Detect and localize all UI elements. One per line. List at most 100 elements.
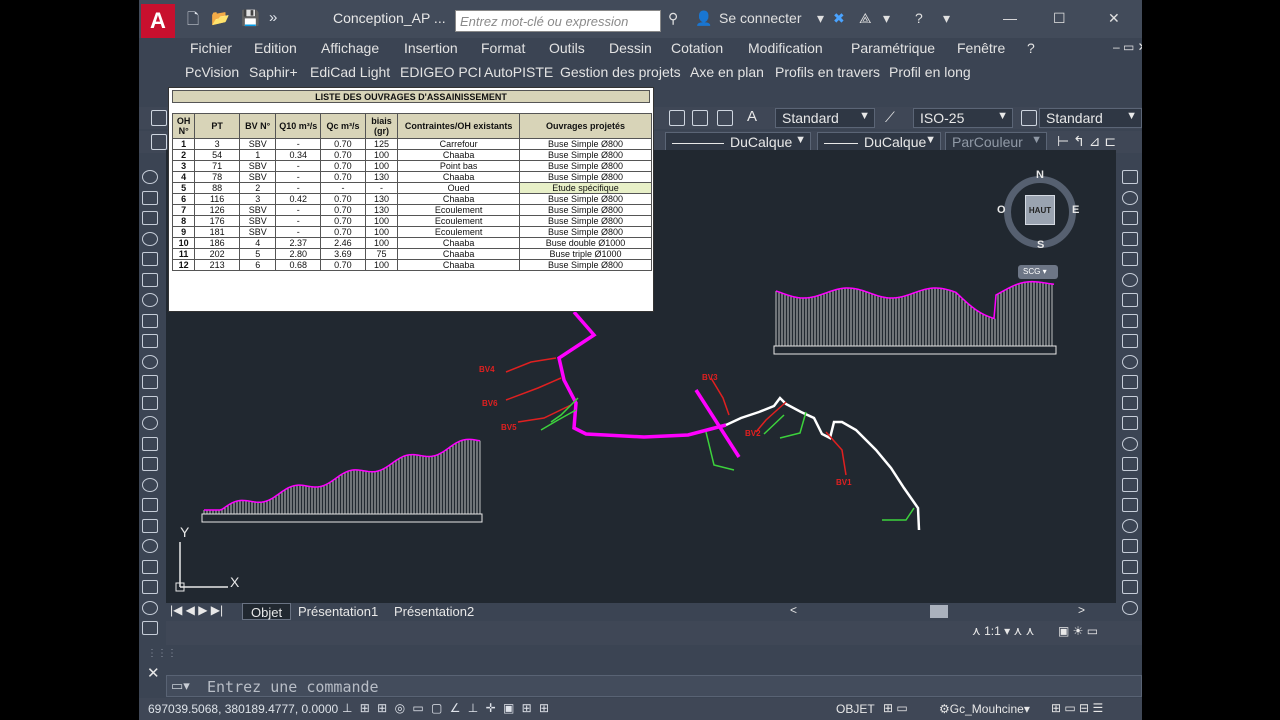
draw-tool-icon[interactable] bbox=[142, 580, 158, 594]
modify-tool-icon[interactable] bbox=[1122, 498, 1138, 512]
workspace-icons[interactable]: ▣ ☀ ▭ bbox=[1058, 624, 1098, 638]
modify-tool-icon[interactable] bbox=[1122, 293, 1138, 307]
drafting-toggles[interactable]: ⊥ ⊞ ⊞ ◎ ▭ ▢ ∠ ⊥ ✛ ▣ ⊞ ⊞ bbox=[342, 701, 551, 715]
help-icon[interactable] bbox=[717, 110, 733, 126]
close-button[interactable]: ✕ bbox=[1108, 10, 1120, 27]
menu-cotation[interactable]: Cotation bbox=[671, 40, 723, 56]
tab-nav-icons[interactable]: |◀ ◀ ▶ ▶| bbox=[170, 603, 223, 617]
hscroll-left-icon[interactable]: < bbox=[790, 603, 797, 617]
menu-gestion-projets[interactable]: Gestion des projets bbox=[560, 64, 681, 80]
modify-tool-icon[interactable] bbox=[1122, 559, 1138, 574]
modify-tool-icon[interactable] bbox=[1122, 272, 1138, 287]
draw-tool-icon[interactable] bbox=[142, 375, 158, 389]
draw-tool-icon[interactable] bbox=[142, 518, 158, 533]
draw-tool-icon[interactable] bbox=[142, 354, 158, 369]
draw-tool-icon[interactable] bbox=[142, 231, 158, 246]
minimize-button[interactable]: — bbox=[1003, 10, 1017, 26]
modify-tool-icon[interactable] bbox=[1122, 231, 1138, 246]
draw-tool-icon[interactable] bbox=[142, 416, 158, 430]
draw-tool-icon[interactable] bbox=[142, 621, 158, 635]
tab-objet[interactable]: Objet bbox=[242, 603, 292, 620]
draw-tool-icon[interactable] bbox=[142, 190, 158, 205]
menu-help[interactable]: ? bbox=[1027, 40, 1035, 56]
hscroll-thumb[interactable] bbox=[930, 605, 948, 618]
table-style-select[interactable]: Standard ▼ bbox=[1039, 108, 1142, 128]
menu-autopiste[interactable]: AutoPISTE bbox=[484, 64, 553, 80]
status-right-icons[interactable]: ⊞ ▭ ⊟ ☰ bbox=[1051, 701, 1103, 715]
modify-tool-icon[interactable] bbox=[1122, 600, 1138, 615]
modify-tool-icon[interactable] bbox=[1122, 211, 1138, 225]
draw-tool-icon[interactable] bbox=[142, 211, 158, 225]
maximize-button[interactable]: ☐ bbox=[1053, 10, 1066, 27]
draw-tool-icon[interactable] bbox=[142, 395, 158, 410]
menu-profils-travers[interactable]: Profils en travers bbox=[775, 64, 880, 80]
menu-outils[interactable]: Outils bbox=[549, 40, 585, 56]
tab-presentation2[interactable]: Présentation2 bbox=[386, 603, 482, 620]
menu-edicad[interactable]: EdiCad Light bbox=[310, 64, 390, 80]
draw-tool-icon[interactable] bbox=[142, 559, 158, 574]
dimension-toolbar-icons[interactable]: ⊢ ↰ ⊿ ⊏ bbox=[1057, 133, 1116, 150]
modify-tool-icon[interactable] bbox=[1122, 580, 1138, 594]
modify-tool-icon[interactable] bbox=[1122, 334, 1138, 348]
compass-east[interactable]: E bbox=[1072, 204, 1079, 216]
toolbar-icon[interactable] bbox=[151, 134, 167, 150]
a360-icon[interactable]: ⟁ bbox=[859, 10, 872, 27]
modify-tool-icon[interactable] bbox=[1122, 436, 1138, 451]
modify-tool-icon[interactable] bbox=[1122, 539, 1138, 553]
cmdline-close-icon[interactable]: ✕ bbox=[147, 664, 160, 682]
lineweight-select[interactable]: DuCalque ▼ bbox=[817, 132, 941, 152]
draw-tool-icon[interactable] bbox=[142, 498, 158, 512]
plotstyle-select[interactable]: ParCouleur ▼ bbox=[945, 132, 1047, 152]
search-input[interactable]: Entrez mot-clé ou expression bbox=[455, 10, 661, 32]
draw-tool-icon[interactable] bbox=[142, 272, 158, 287]
modify-tool-icon[interactable] bbox=[1122, 354, 1138, 369]
modify-tool-icon[interactable] bbox=[1122, 457, 1138, 471]
modify-tool-icon[interactable] bbox=[1122, 416, 1138, 430]
new-file-icon[interactable]: 🗋 bbox=[187, 9, 199, 34]
menu-fichier[interactable]: Fichier bbox=[190, 40, 232, 56]
modify-tool-icon[interactable] bbox=[1122, 190, 1138, 205]
binoculars-icon[interactable]: ⚲ bbox=[668, 10, 678, 27]
command-prompt-icon[interactable]: ▭▾ bbox=[171, 678, 190, 694]
cmdline-grip-icon[interactable]: ⋮⋮⋮ bbox=[147, 648, 177, 659]
more-quick-access-icon[interactable]: » bbox=[269, 9, 277, 26]
draw-tool-icon[interactable] bbox=[142, 600, 158, 615]
modify-tool-icon[interactable] bbox=[1122, 375, 1138, 389]
linetype-select[interactable]: DuCalque ▼ bbox=[665, 132, 811, 152]
text-style-select[interactable]: Standard ▼ bbox=[775, 108, 875, 128]
draw-tool-icon[interactable] bbox=[142, 170, 158, 184]
menu-insertion[interactable]: Insertion bbox=[404, 40, 458, 56]
viewcube-face[interactable]: HAUT bbox=[1025, 195, 1055, 225]
status-icons[interactable]: ⊞ ▭ bbox=[883, 701, 908, 715]
dropdown-icon[interactable]: ▾ bbox=[817, 10, 824, 27]
modify-tool-icon[interactable] bbox=[1122, 477, 1138, 492]
toolbar-icon[interactable] bbox=[151, 110, 167, 126]
draw-tool-icon[interactable] bbox=[142, 539, 158, 553]
signin-link[interactable]: Se connecter bbox=[719, 10, 802, 26]
draw-tool-icon[interactable] bbox=[142, 293, 158, 307]
draw-tool-icon[interactable] bbox=[142, 457, 158, 471]
draw-tool-icon[interactable] bbox=[142, 313, 158, 328]
dropdown-icon[interactable]: ▾ bbox=[943, 10, 950, 27]
table-style-icon[interactable] bbox=[1021, 110, 1037, 126]
ucs-menu[interactable]: SCG ▾ bbox=[1018, 265, 1058, 279]
modify-tool-icon[interactable] bbox=[1122, 170, 1138, 184]
app-logo-icon[interactable]: A bbox=[141, 4, 175, 38]
workspace-select[interactable]: ⚙Gc_Mouhcine▾ bbox=[939, 702, 1030, 716]
annotation-scale[interactable]: ⋏ 1:1 ▾ ⋏ ⋏ bbox=[972, 624, 1034, 638]
save-icon[interactable]: 💾 bbox=[241, 9, 260, 27]
menu-format[interactable]: Format bbox=[481, 40, 525, 56]
dim-style-select[interactable]: ISO-25 ▼ bbox=[913, 108, 1013, 128]
modify-tool-icon[interactable] bbox=[1122, 313, 1138, 328]
menu-edition[interactable]: Edition bbox=[254, 40, 297, 56]
draw-tool-icon[interactable] bbox=[142, 252, 158, 266]
draw-tool-icon[interactable] bbox=[142, 477, 158, 492]
menu-saphir[interactable]: Saphir+ bbox=[249, 64, 298, 80]
open-file-icon[interactable]: 📂 bbox=[211, 9, 230, 27]
draw-tool-icon[interactable] bbox=[142, 334, 158, 348]
help-button[interactable]: ? bbox=[915, 10, 923, 26]
menu-pcvision[interactable]: PcVision bbox=[185, 64, 239, 80]
model-space-button[interactable]: OBJET bbox=[836, 702, 875, 716]
text-style-icon[interactable]: A bbox=[747, 108, 757, 125]
toolbar-icon[interactable] bbox=[692, 110, 708, 126]
